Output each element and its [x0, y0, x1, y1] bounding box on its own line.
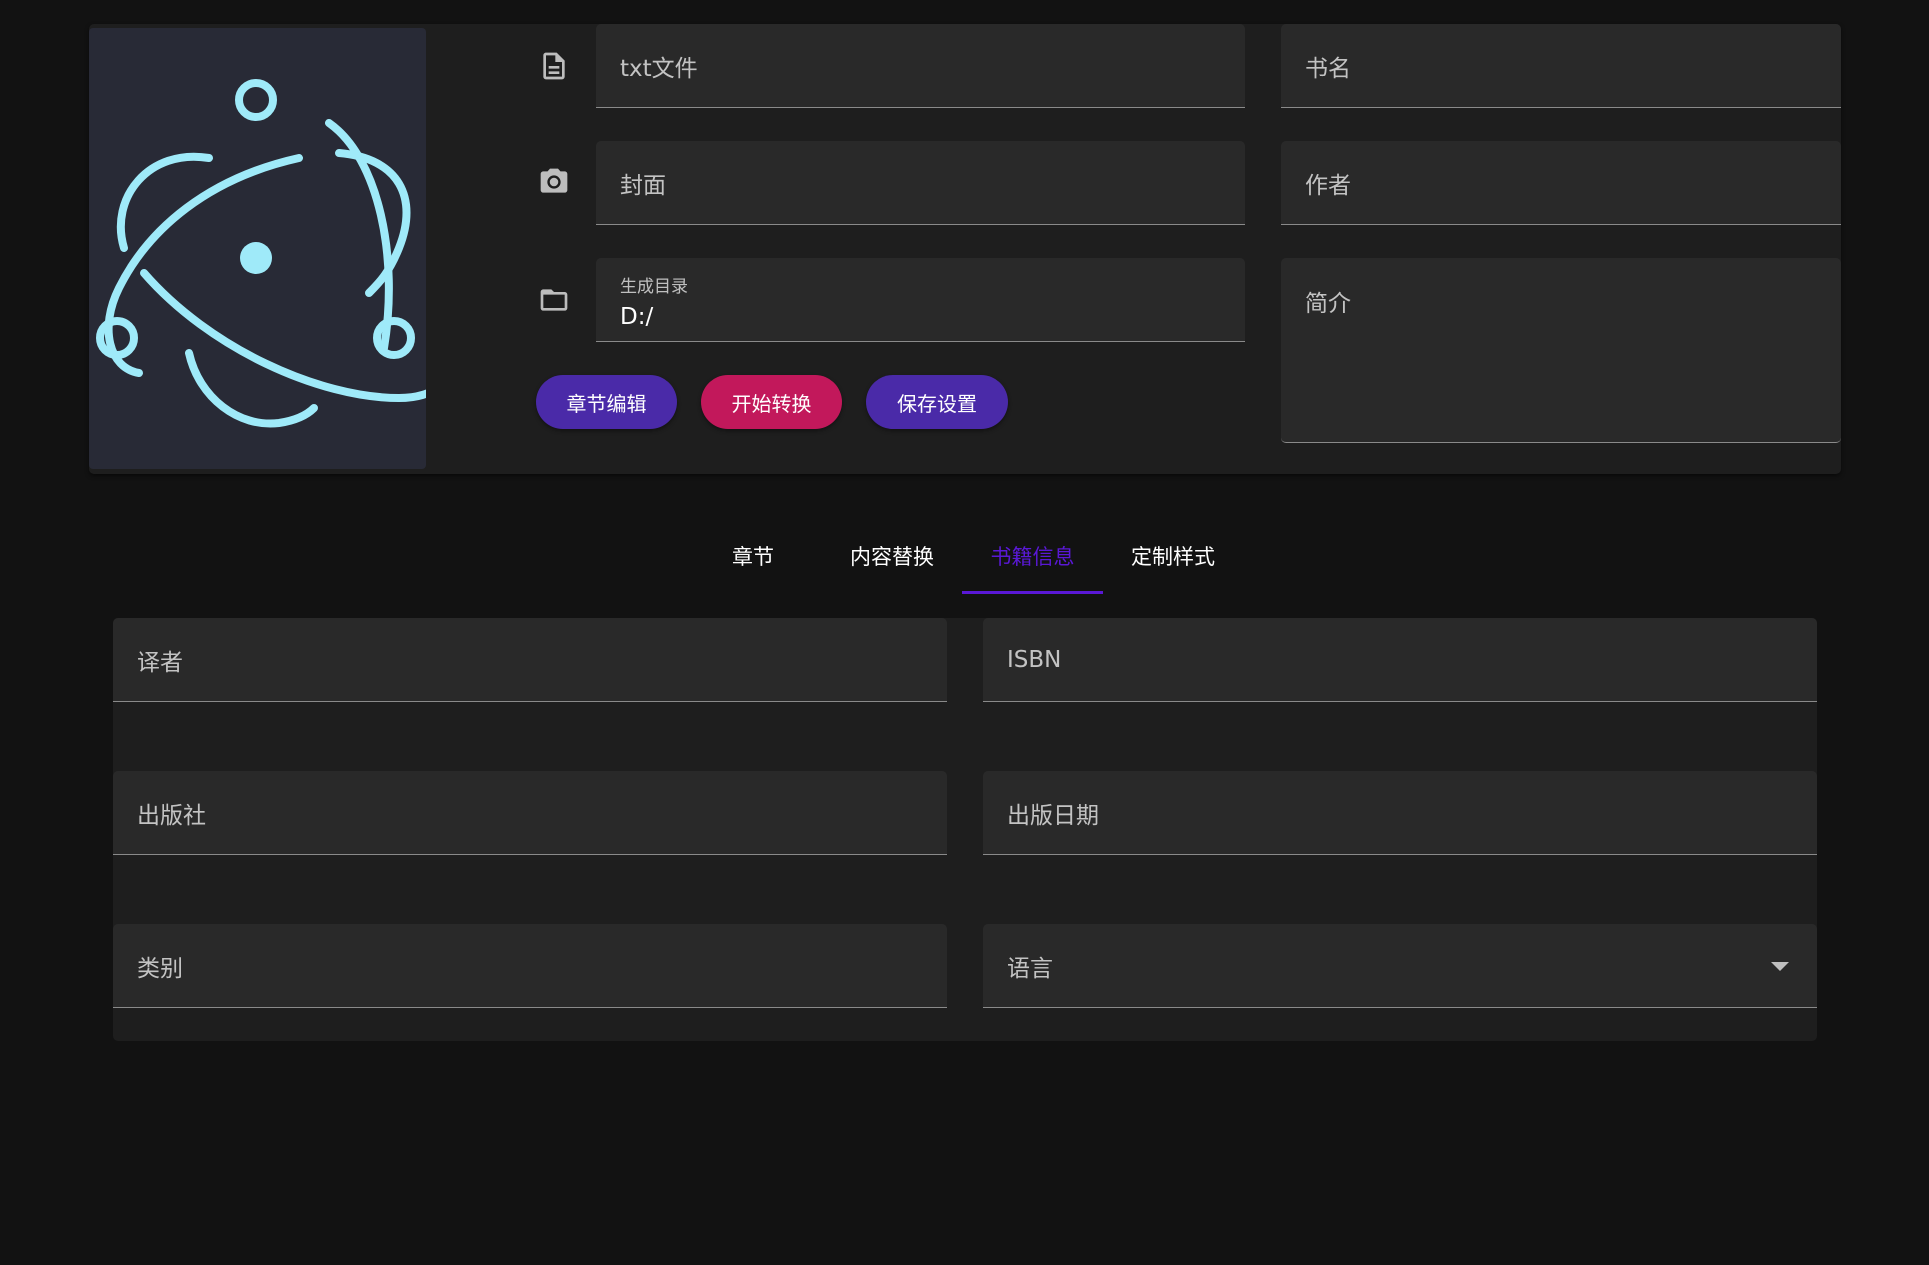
translator-placeholder: 译者: [137, 649, 183, 676]
translator-input[interactable]: 译者: [113, 618, 947, 702]
category-input[interactable]: 类别: [113, 924, 947, 1008]
language-select[interactable]: 语言: [983, 924, 1817, 1008]
output-dir-value: D:/: [620, 304, 654, 330]
start-convert-button[interactable]: 开始转换: [701, 375, 842, 429]
save-settings-button[interactable]: 保存设置: [866, 375, 1008, 429]
category-placeholder: 类别: [137, 955, 183, 982]
publisher-input[interactable]: 出版社: [113, 771, 947, 855]
folder-icon: [536, 282, 572, 318]
output-dir-input[interactable]: 生成目录 D:/: [596, 258, 1245, 342]
active-tab-indicator: [962, 591, 1103, 594]
isbn-placeholder: ISBN: [1007, 646, 1062, 673]
tab-content-replace[interactable]: 内容替换: [822, 518, 962, 594]
output-dir-label: 生成目录: [620, 277, 688, 297]
tab-custom-style[interactable]: 定制样式: [1103, 518, 1243, 594]
language-placeholder: 语言: [1007, 955, 1053, 982]
publish-date-placeholder: 出版日期: [1007, 802, 1099, 829]
description-textarea[interactable]: 简介: [1281, 258, 1841, 443]
chapter-edit-button[interactable]: 章节编辑: [536, 375, 677, 429]
chevron-down-icon[interactable]: [1771, 961, 1789, 971]
cover-input[interactable]: 封面: [596, 141, 1245, 225]
cover-placeholder: 封面: [620, 172, 666, 199]
file-document-icon: [536, 48, 572, 84]
author-input[interactable]: 作者: [1281, 141, 1841, 225]
author-placeholder: 作者: [1305, 172, 1351, 199]
tab-bar: 章节 内容替换 书籍信息 定制样式: [0, 518, 1929, 594]
description-placeholder: 简介: [1305, 291, 1351, 317]
tab-chapters[interactable]: 章节: [706, 518, 800, 594]
txt-file-placeholder: txt文件: [620, 55, 698, 82]
publisher-placeholder: 出版社: [137, 802, 206, 829]
txt-file-input[interactable]: txt文件: [596, 24, 1245, 108]
electron-logo-icon: [96, 79, 426, 428]
isbn-input[interactable]: ISBN: [983, 618, 1817, 702]
book-title-input[interactable]: 书名: [1281, 24, 1841, 108]
tab-book-info[interactable]: 书籍信息: [962, 518, 1103, 594]
camera-icon: [536, 164, 572, 200]
book-title-placeholder: 书名: [1305, 55, 1351, 82]
cover-preview[interactable]: [89, 28, 426, 469]
publish-date-input[interactable]: 出版日期: [983, 771, 1817, 855]
